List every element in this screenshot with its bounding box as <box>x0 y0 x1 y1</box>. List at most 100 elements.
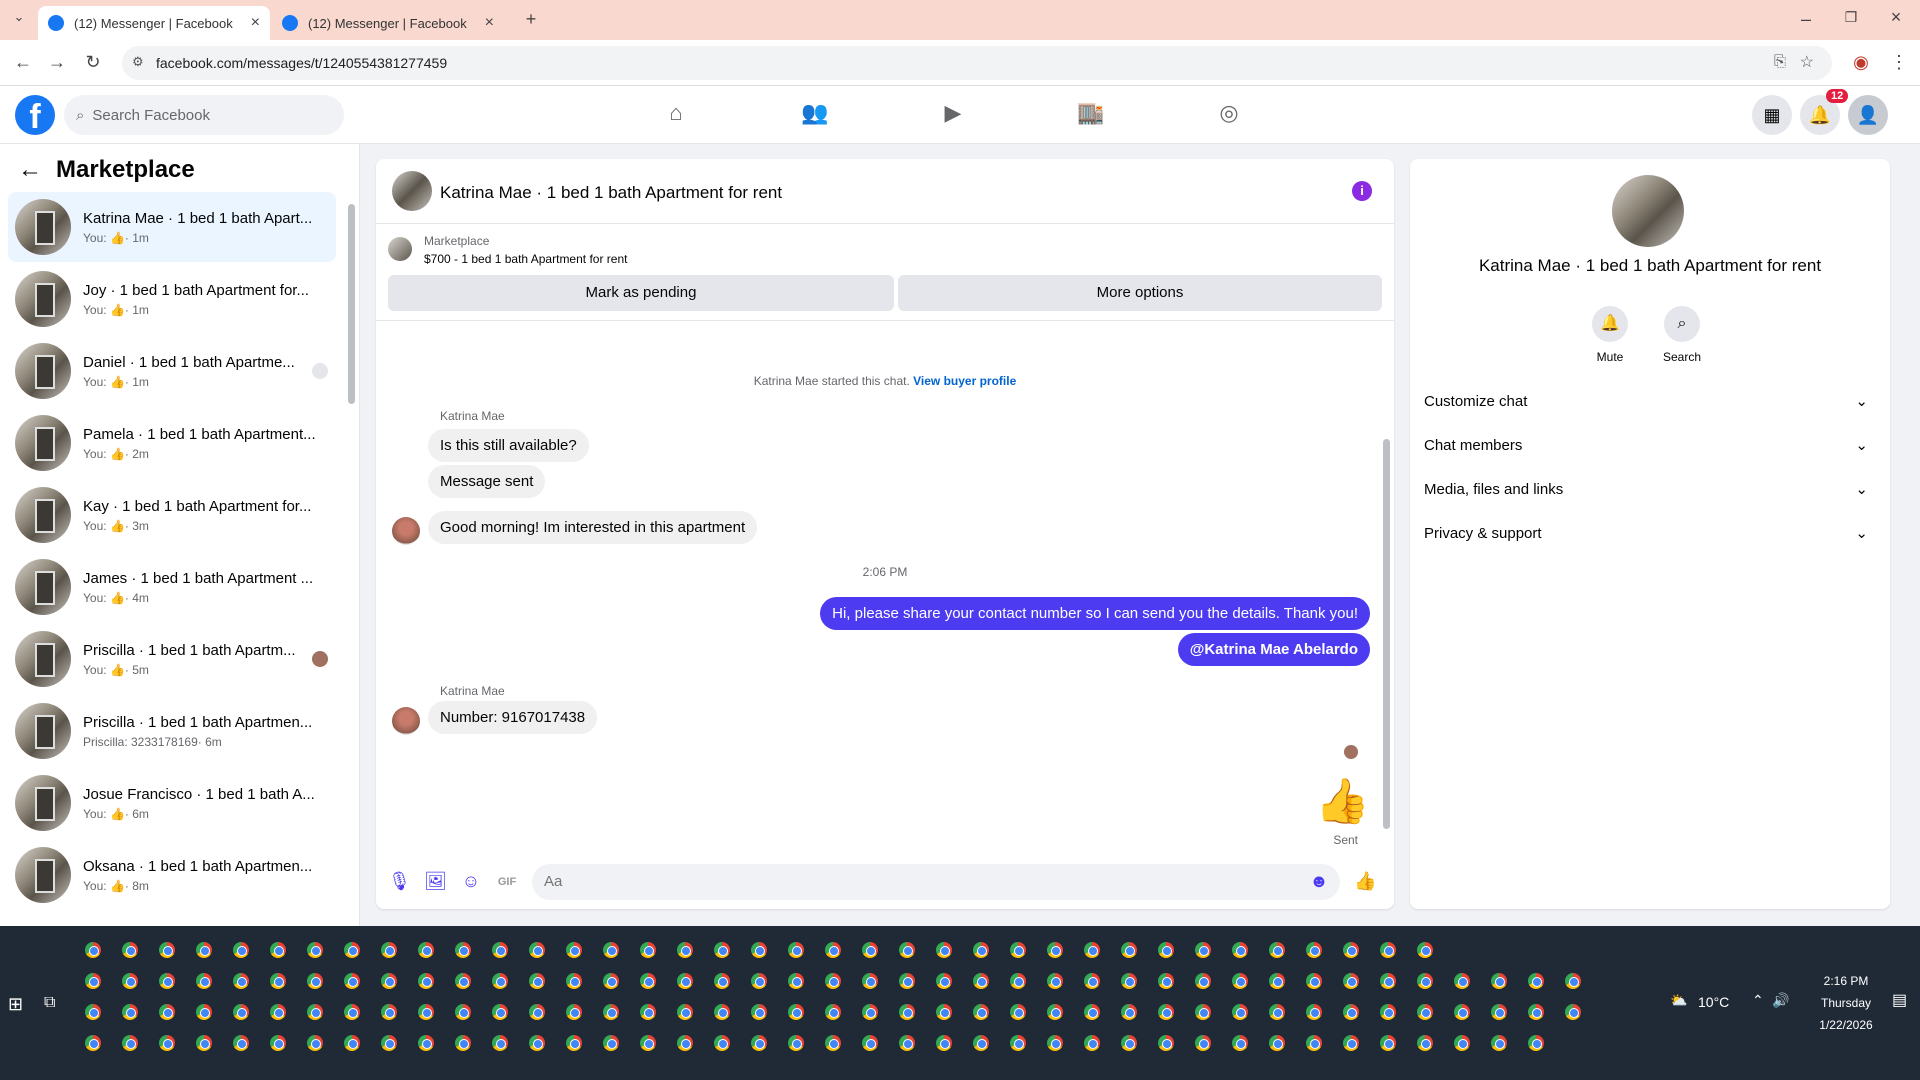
back-icon[interactable]: ← <box>12 52 34 73</box>
install-app-icon[interactable]: ⎘ <box>1774 53 1786 70</box>
chrome-taskbar-icon[interactable] <box>936 1035 952 1051</box>
chrome-taskbar-icon[interactable] <box>344 1035 360 1051</box>
chrome-taskbar-icon[interactable] <box>1380 1004 1396 1020</box>
chrome-taskbar-icon[interactable] <box>936 973 952 989</box>
chrome-taskbar-icon[interactable] <box>1380 1035 1396 1051</box>
chrome-taskbar-icon[interactable] <box>122 942 138 958</box>
chrome-taskbar-icon[interactable] <box>529 942 545 958</box>
chrome-taskbar-icon[interactable] <box>455 1035 471 1051</box>
chrome-taskbar-icon[interactable] <box>1269 1035 1285 1051</box>
back-arrow-icon[interactable]: ← <box>18 156 42 184</box>
clock-time[interactable]: 2:16 PM <box>1806 974 1886 988</box>
chrome-taskbar-icon[interactable] <box>1047 1004 1063 1020</box>
incoming-message[interactable]: Number: 9167017438 <box>428 701 598 734</box>
video-icon[interactable]: ▶ <box>938 100 968 130</box>
view-buyer-profile-link[interactable]: View buyer profile <box>913 374 1016 388</box>
chrome-taskbar-icon[interactable] <box>1306 973 1322 989</box>
chrome-taskbar-icon[interactable] <box>1269 1004 1285 1020</box>
chrome-taskbar-icon[interactable] <box>862 973 878 989</box>
sticker-icon[interactable]: ☺ <box>460 871 482 893</box>
sender-avatar[interactable] <box>392 707 420 735</box>
search-button[interactable]: ⌕ Search <box>1647 306 1717 364</box>
more-options-button[interactable]: More options <box>898 275 1382 311</box>
chrome-taskbar-icon[interactable] <box>492 1035 508 1051</box>
chrome-taskbar-icon[interactable] <box>307 973 323 989</box>
chrome-taskbar-icon[interactable] <box>529 1004 545 1020</box>
window-close-icon[interactable]: × <box>1885 7 1907 28</box>
chrome-taskbar-icon[interactable] <box>270 973 286 989</box>
conversation-item[interactable]: Priscilla · 1 bed 1 bath Apartmen... Pris… <box>8 696 336 766</box>
chrome-taskbar-icon[interactable] <box>85 973 101 989</box>
conversation-item[interactable]: James · 1 bed 1 bath Apartment ... You: 👍… <box>8 552 336 622</box>
chat-members-section[interactable]: Chat members ⌄ <box>1424 427 1876 463</box>
chrome-taskbar-icon[interactable] <box>1232 973 1248 989</box>
browser-tab-2[interactable]: (12) Messenger | Facebook × <box>272 6 504 40</box>
facebook-search-input[interactable]: ⌕ Search Facebook <box>64 95 344 135</box>
chrome-taskbar-icon[interactable] <box>825 1004 841 1020</box>
chrome-taskbar-icon[interactable] <box>714 973 730 989</box>
chrome-taskbar-icon[interactable] <box>1121 1035 1137 1051</box>
chrome-taskbar-icon[interactable] <box>788 1004 804 1020</box>
action-center-icon[interactable]: ▤ <box>1892 990 1907 1010</box>
chrome-taskbar-icon[interactable] <box>1528 1004 1544 1020</box>
chrome-taskbar-icon[interactable] <box>344 1004 360 1020</box>
chrome-taskbar-icon[interactable] <box>1454 1035 1470 1051</box>
gif-icon[interactable]: GIF <box>496 871 518 893</box>
chrome-taskbar-icon[interactable] <box>492 973 508 989</box>
chrome-taskbar-icon[interactable] <box>1269 973 1285 989</box>
incoming-message[interactable]: Good morning! Im interested in this apar… <box>428 511 758 544</box>
conversation-item[interactable]: Kay · 1 bed 1 bath Apartment for... You: … <box>8 480 336 550</box>
chrome-taskbar-icon[interactable] <box>1047 942 1063 958</box>
chrome-taskbar-icon[interactable] <box>1306 1004 1322 1020</box>
chrome-taskbar-icon[interactable] <box>788 942 804 958</box>
weather-temp[interactable]: 10°C <box>1698 994 1729 1010</box>
customize-chat-section[interactable]: Customize chat ⌄ <box>1424 383 1876 419</box>
menu-grid-icon[interactable]: ▦ <box>1752 95 1792 135</box>
chrome-taskbar-icon[interactable] <box>85 1004 101 1020</box>
chrome-taskbar-icon[interactable] <box>751 1035 767 1051</box>
chrome-taskbar-icon[interactable] <box>122 973 138 989</box>
chrome-taskbar-icon[interactable] <box>381 942 397 958</box>
chrome-taskbar-icon[interactable] <box>862 942 878 958</box>
chrome-taskbar-icon[interactable] <box>640 942 656 958</box>
forward-icon[interactable]: → <box>46 52 68 73</box>
chrome-taskbar-icon[interactable] <box>196 942 212 958</box>
new-tab-icon[interactable]: + <box>520 9 542 30</box>
chrome-taskbar-icon[interactable] <box>899 973 915 989</box>
chrome-taskbar-icon[interactable] <box>85 1035 101 1051</box>
chrome-taskbar-icon[interactable] <box>196 973 212 989</box>
chat-avatar[interactable] <box>392 171 432 211</box>
listing-title[interactable]: $700 - 1 bed 1 bath Apartment for rent <box>424 252 627 266</box>
chrome-taskbar-icon[interactable] <box>640 1004 656 1020</box>
chrome-taskbar-icon[interactable] <box>1417 942 1433 958</box>
chrome-taskbar-icon[interactable] <box>936 942 952 958</box>
chrome-taskbar-icon[interactable] <box>973 1004 989 1020</box>
chrome-taskbar-icon[interactable] <box>1084 973 1100 989</box>
chrome-taskbar-icon[interactable] <box>307 942 323 958</box>
privacy-support-section[interactable]: Privacy & support ⌄ <box>1424 515 1876 551</box>
chrome-taskbar-icon[interactable] <box>1565 973 1581 989</box>
chrome-taskbar-icon[interactable] <box>677 942 693 958</box>
chrome-taskbar-icon[interactable] <box>677 973 693 989</box>
conversation-item[interactable]: Oksana · 1 bed 1 bath Apartmen... You: 👍·… <box>8 840 336 910</box>
chrome-taskbar-icon[interactable] <box>1084 1035 1100 1051</box>
listing-avatar[interactable] <box>1612 175 1684 247</box>
chrome-taskbar-icon[interactable] <box>862 1035 878 1051</box>
chrome-taskbar-icon[interactable] <box>381 1035 397 1051</box>
chrome-taskbar-icon[interactable] <box>381 973 397 989</box>
media-files-section[interactable]: Media, files and links ⌄ <box>1424 471 1876 507</box>
close-tab-icon[interactable]: × <box>485 14 494 32</box>
chrome-taskbar-icon[interactable] <box>1232 1035 1248 1051</box>
chrome-taskbar-icon[interactable] <box>1010 1035 1026 1051</box>
account-avatar[interactable]: 👤 <box>1848 95 1888 135</box>
browser-tab-1[interactable]: (12) Messenger | Facebook × <box>38 6 270 40</box>
chrome-taskbar-icon[interactable] <box>455 942 471 958</box>
reload-icon[interactable]: ↻ <box>82 52 104 73</box>
chrome-taskbar-icon[interactable] <box>899 942 915 958</box>
chrome-taskbar-icon[interactable] <box>1380 973 1396 989</box>
chrome-taskbar-icon[interactable] <box>122 1035 138 1051</box>
chrome-taskbar-icon[interactable] <box>233 973 249 989</box>
chrome-taskbar-icon[interactable] <box>122 1004 138 1020</box>
chrome-taskbar-icon[interactable] <box>233 942 249 958</box>
sender-avatar[interactable] <box>392 517 420 545</box>
